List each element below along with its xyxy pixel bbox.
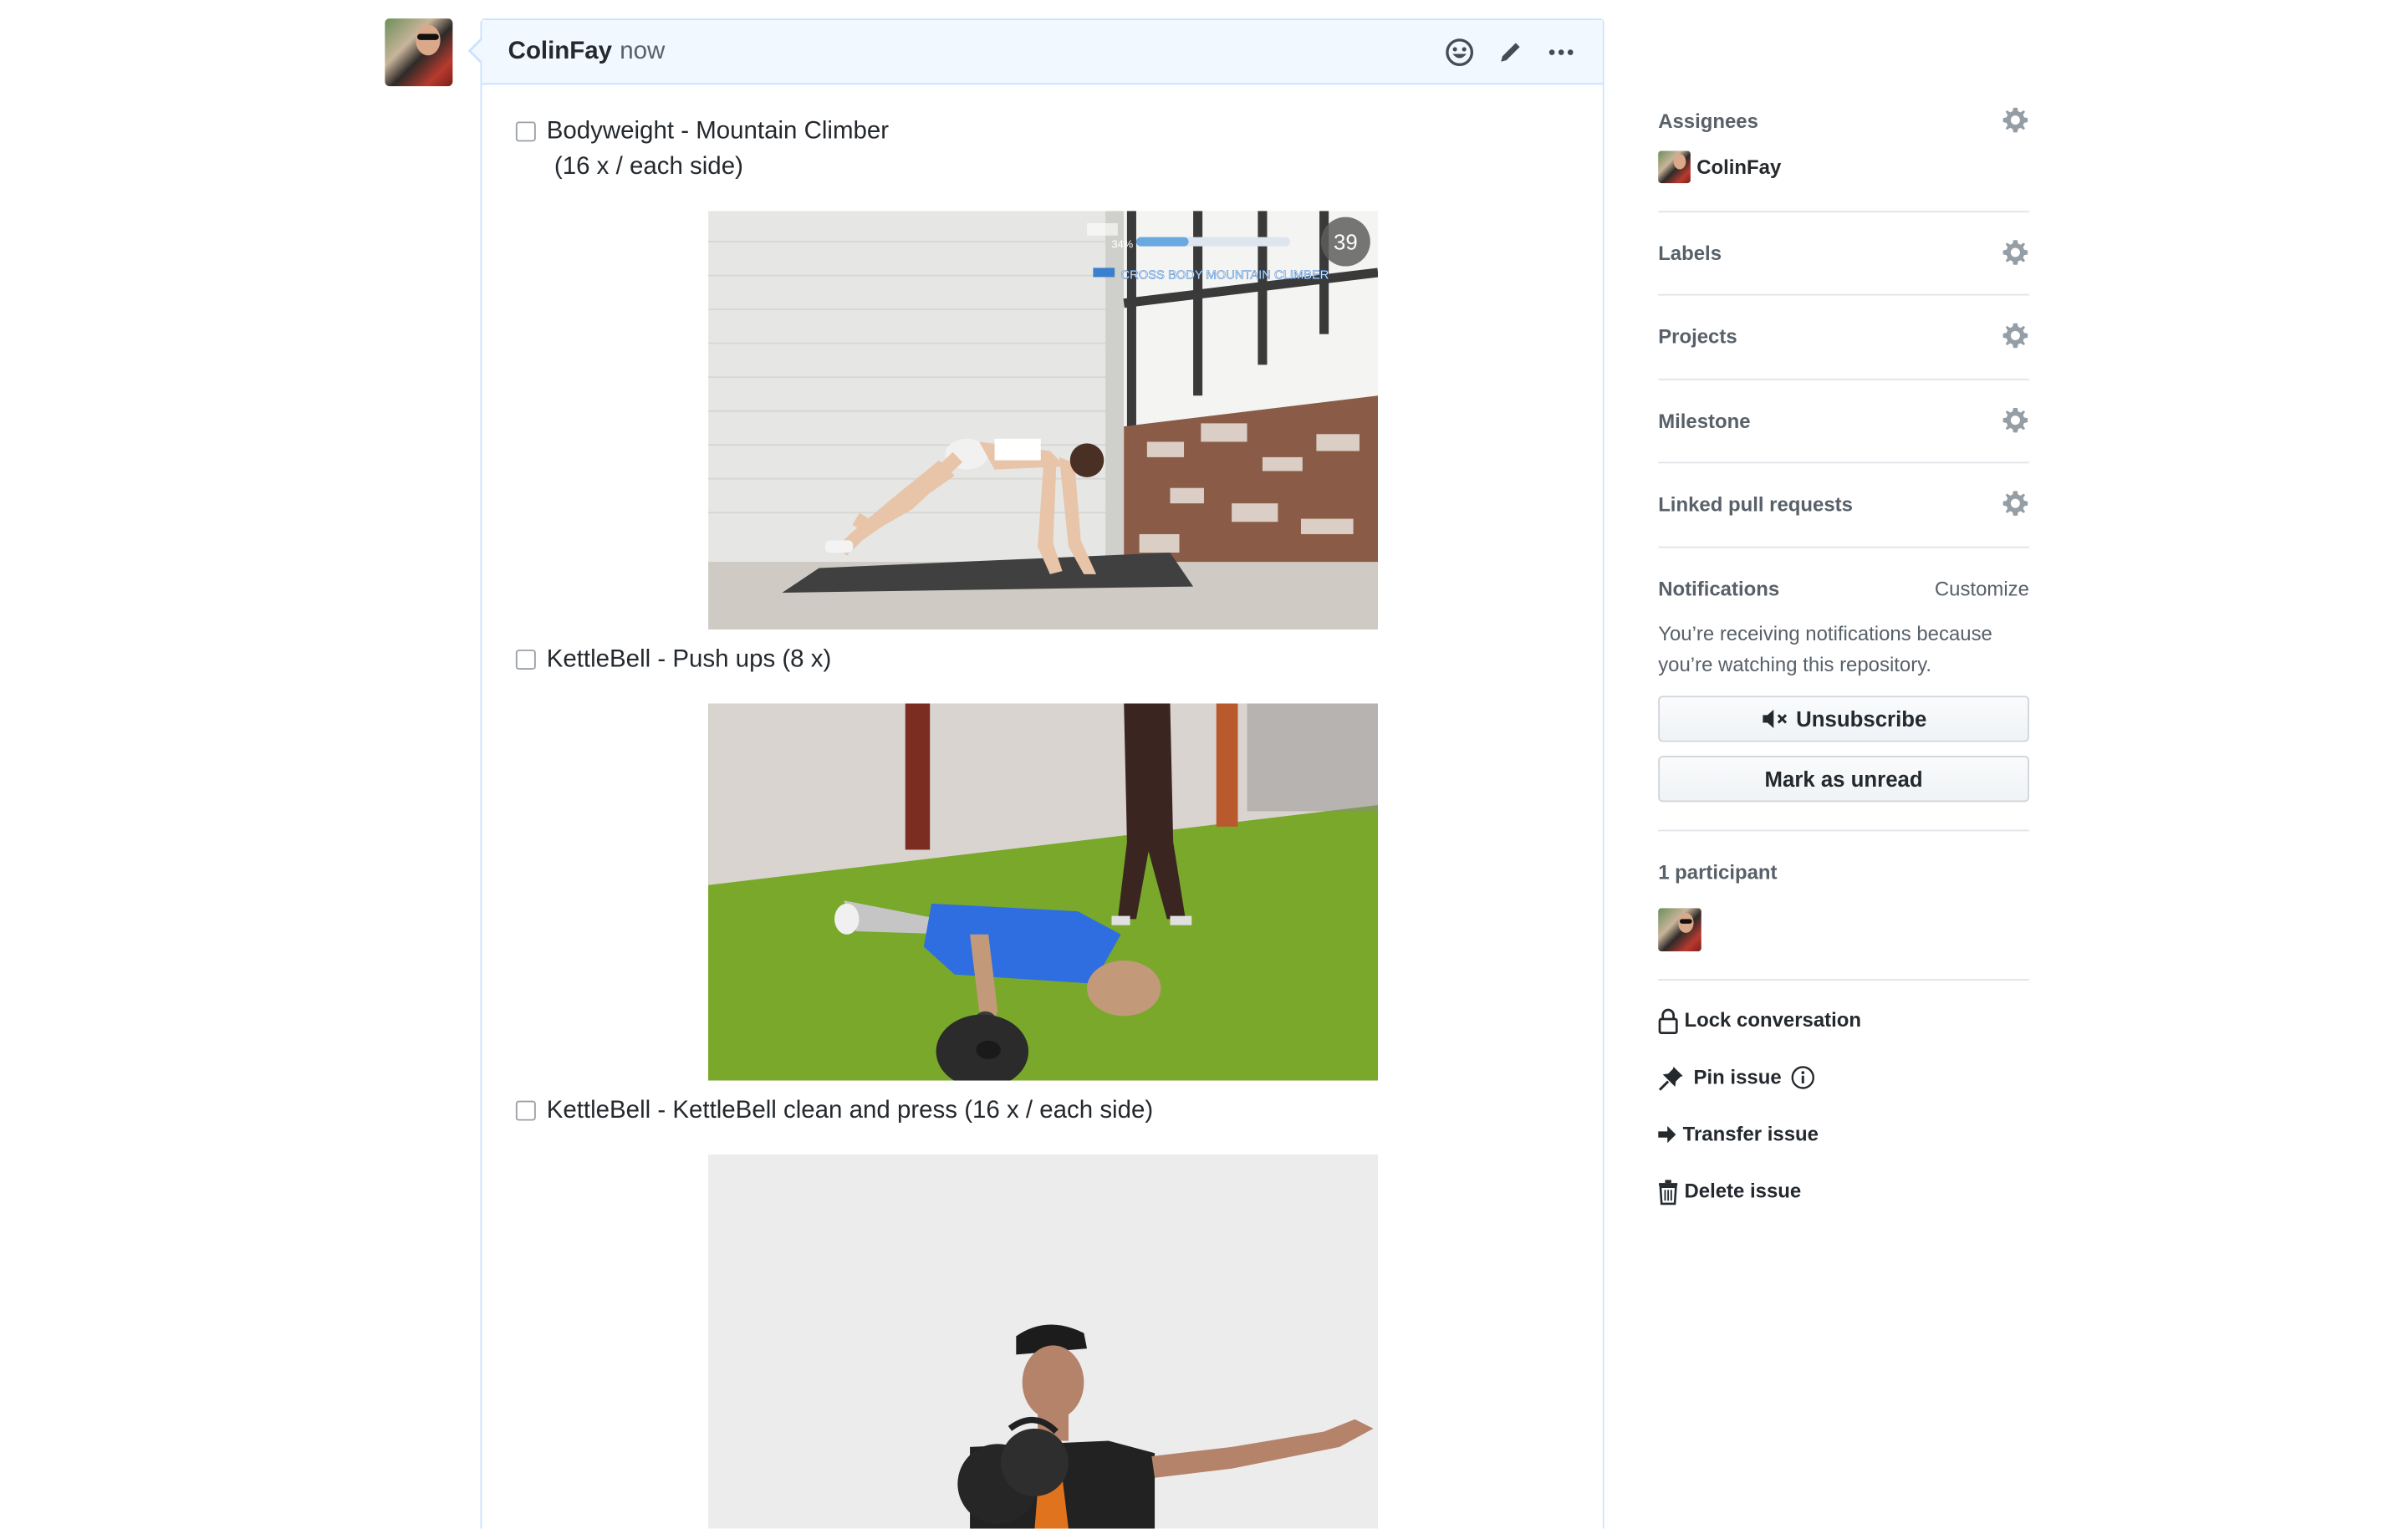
mark-as-unread-label: Mark as unread [1764, 767, 1923, 792]
assignees-section: Assignees ColinFay [1658, 106, 2029, 184]
gear-icon[interactable] [2002, 106, 2029, 134]
projects-section: Projects [1658, 322, 2029, 351]
gear-icon[interactable] [2002, 322, 2029, 349]
comment-actions [1444, 36, 1576, 67]
comment-timestamp[interactable]: now [620, 38, 665, 65]
task-label: Bodyweight - Mountain Climber [546, 118, 890, 145]
customize-link[interactable]: Customize [1935, 576, 2029, 604]
mark-as-unread-button[interactable]: Mark as unread [1658, 756, 2029, 803]
pin-icon [1658, 1066, 1683, 1090]
sidebar-divider [1658, 461, 2029, 464]
kettlebell-clean-press-gif[interactable] [708, 1154, 1379, 1529]
lock-conversation-label: Lock conversation [1684, 1008, 1862, 1032]
lock-icon [1658, 1007, 1678, 1034]
task-item: KettleBell - Push ups (8 x) [515, 642, 832, 677]
kettlebell-pushup-gif[interactable] [708, 703, 1379, 1081]
gif-progress-percent: 34% [1111, 237, 1133, 250]
mute-icon [1762, 709, 1787, 728]
notifications-reason: You’re receiving notifications because y… [1658, 619, 2029, 680]
milestone-title[interactable]: Milestone [1658, 408, 2029, 436]
task-checkbox[interactable] [515, 121, 536, 142]
gif-progress-bar-fill [1135, 237, 1189, 247]
mountain-climber-gif[interactable]: 34% 39 CROSS BODY MOUNTAIN CLIMBER [708, 211, 1379, 630]
task-item: KettleBell - KettleBell clean and press … [515, 1093, 1154, 1128]
notifications-section: Notifications Customize You’re receiving… [1658, 576, 2029, 803]
gif-exercise-caption: CROSS BODY MOUNTAIN CLIMBER [1121, 268, 1329, 282]
comment-header: ColinFay now [482, 19, 1603, 85]
labels-section: Labels [1658, 240, 2029, 268]
assignees-title[interactable]: Assignees [1658, 108, 2029, 135]
edit-pencil-icon[interactable] [1495, 36, 1526, 67]
info-icon[interactable] [1791, 1065, 1815, 1089]
comment-author[interactable]: ColinFay [508, 38, 612, 65]
assignee-name[interactable]: ColinFay [1696, 155, 1781, 179]
labels-title[interactable]: Labels [1658, 240, 2029, 268]
pin-issue-label: Pin issue [1693, 1065, 1782, 1088]
assignee-avatar [1658, 150, 1691, 184]
participants-section: 1 participant [1658, 859, 2029, 951]
assignee-item[interactable]: ColinFay [1658, 150, 1781, 184]
pin-issue-action[interactable]: Pin issue [1658, 1063, 1815, 1091]
transfer-issue-label: Transfer issue [1682, 1122, 1819, 1146]
task-checkbox[interactable] [515, 1100, 536, 1121]
lock-conversation-action[interactable]: Lock conversation [1658, 1007, 1861, 1034]
gif-rep-counter: 39 [1334, 231, 1358, 254]
sidebar-divider [1658, 293, 2029, 296]
delete-issue-action[interactable]: Delete issue [1658, 1178, 1801, 1205]
page: ColinFay now Bodyweight - Mountain Climb… [0, 0, 2408, 1529]
unsubscribe-button[interactable]: Unsubscribe [1658, 696, 2029, 742]
delete-issue-label: Delete issue [1684, 1179, 1802, 1203]
notifications-reason-line: you’re watching this repository. [1658, 652, 1932, 676]
sidebar-divider [1658, 829, 2029, 832]
sidebar-divider [1658, 378, 2029, 380]
task-sublabel: (16 x / each side) [554, 154, 743, 181]
sidebar-divider [1658, 979, 2029, 981]
task-checkbox[interactable] [515, 650, 536, 670]
sidebar-divider [1658, 211, 2029, 213]
participant-avatar[interactable] [1658, 908, 1701, 951]
author-avatar[interactable] [385, 18, 453, 87]
more-options-icon[interactable] [1546, 36, 1577, 67]
task-label: KettleBell - Push ups (8 x) [546, 646, 832, 673]
transfer-issue-action[interactable]: Transfer issue [1658, 1121, 1819, 1149]
projects-title[interactable]: Projects [1658, 324, 2029, 351]
milestone-section: Milestone [1658, 406, 2029, 436]
sidebar-divider [1658, 546, 2029, 548]
gear-icon[interactable] [2002, 490, 2029, 517]
task-item: Bodyweight - Mountain Climber (16 x / ea… [515, 114, 890, 185]
gear-icon[interactable] [2002, 406, 2029, 434]
participants-title: 1 participant [1658, 860, 1778, 884]
issue-comment: ColinFay now Bodyweight - Mountain Climb… [467, 18, 1604, 1529]
linked-pull-requests-title[interactable]: Linked pull requests [1658, 491, 2029, 518]
trash-icon [1659, 1179, 1678, 1205]
linked-pull-requests-section: Linked pull requests [1658, 491, 2029, 518]
gear-icon[interactable] [2002, 238, 2029, 266]
unsubscribe-label: Unsubscribe [1796, 706, 1927, 731]
task-label: KettleBell - KettleBell clean and press … [546, 1097, 1154, 1124]
arrow-right-icon [1658, 1125, 1676, 1144]
notifications-reason-line: You’re receiving notifications because [1658, 621, 1992, 645]
add-reaction-icon[interactable] [1444, 36, 1475, 67]
